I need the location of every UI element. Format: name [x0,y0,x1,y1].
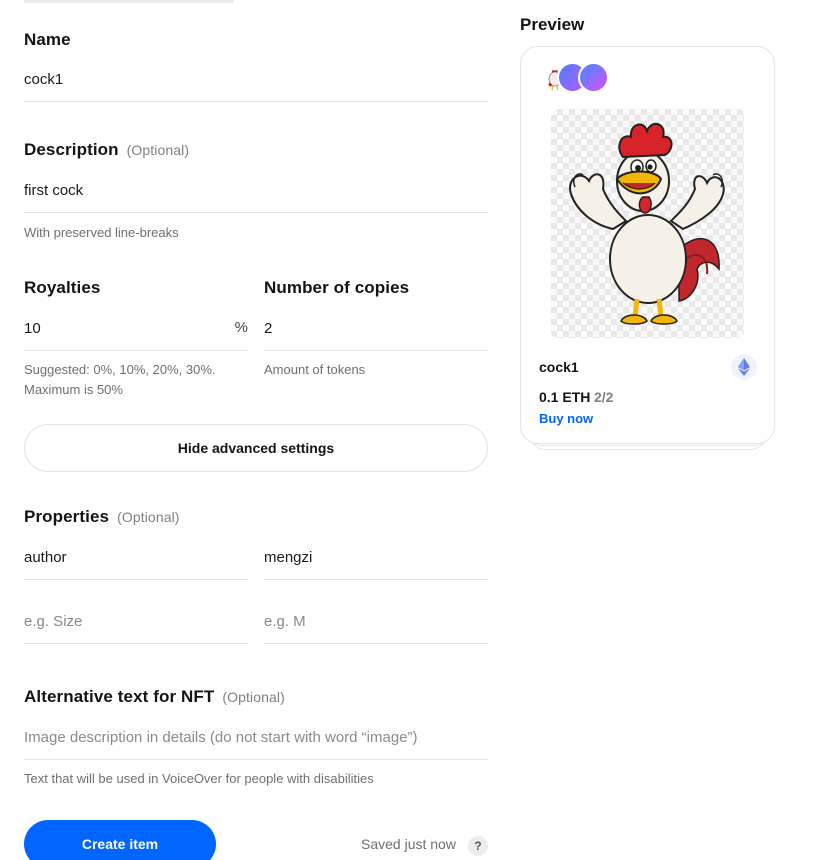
property-value-input-empty[interactable] [264,600,488,643]
royalties-field[interactable]: % [24,307,248,351]
saved-status: Saved just now [361,836,456,852]
royalties-hint: Suggested: 0%, 10%, 20%, 30%. Maximum is… [24,360,216,400]
description-label: Description (Optional) [24,140,190,159]
create-item-button[interactable]: Create item [24,820,216,860]
copies-hint: Amount of tokens [264,362,366,377]
copies-label: Number of copies [264,278,410,297]
copies-input[interactable] [264,307,488,350]
card-nft-name: cock1 [539,359,579,375]
name-label: Name [24,30,71,49]
preview-title: Preview [520,15,585,34]
copies-field[interactable] [264,307,488,351]
optional-tag: (Optional) [117,509,180,525]
ethereum-icon [731,354,757,380]
hide-advanced-settings-button[interactable]: Hide advanced settings [24,424,488,472]
scroll-fade [24,0,234,3]
property-value-field-empty[interactable] [264,600,488,644]
alt-text-hint: Text that will be used in VoiceOver for … [24,771,374,786]
buy-now-link[interactable]: Buy now [539,411,593,426]
royalties-input[interactable] [24,307,248,350]
alt-text-input[interactable] [24,716,488,759]
optional-tag: (Optional) [222,689,285,705]
property-value-field[interactable] [264,536,488,580]
property-key-input-empty[interactable] [24,600,248,643]
description-hint: With preserved line-breaks [24,225,179,240]
property-key-field[interactable] [24,536,248,580]
property-key-input[interactable] [24,536,248,579]
name-field[interactable] [24,58,488,102]
name-input[interactable] [24,58,488,101]
nft-image[interactable] [551,109,744,338]
rooster-illustration [569,122,725,325]
card-copies: 2/2 [594,389,614,405]
description-field[interactable] [24,169,488,213]
alt-text-label: Alternative text for NFT (Optional) [24,687,285,706]
property-key-field-empty[interactable] [24,600,248,644]
alt-text-field[interactable] [24,716,488,760]
property-value-input[interactable] [264,536,488,579]
royalties-label: Royalties [24,278,101,297]
royalties-hint-line1: Suggested: 0%, 10%, 20%, 30%. [24,362,216,377]
optional-tag: (Optional) [126,142,190,158]
royalties-hint-line2: Maximum is 50% [24,382,123,397]
collection-avatar[interactable] [578,62,609,93]
properties-label: Properties (Optional) [24,507,180,526]
percent-suffix: % [234,319,248,336]
creator-avatars [539,62,619,94]
help-icon[interactable]: ? [468,836,488,856]
description-input[interactable] [24,169,488,212]
card-price: 0.1 ETH [539,389,591,405]
